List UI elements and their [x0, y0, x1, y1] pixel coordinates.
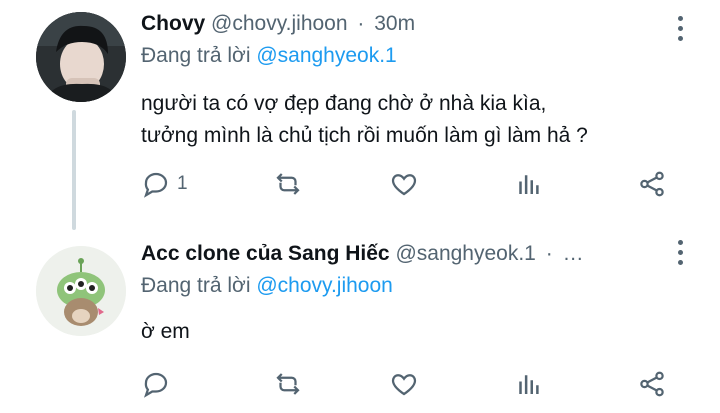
tweet-text: người ta có vợ đẹp đang chờ ở nhà kia kì… — [141, 88, 701, 152]
share-button[interactable] — [637, 366, 667, 402]
action-bar — [141, 366, 686, 406]
user-handle[interactable]: @sanghyeok.1 — [395, 242, 535, 265]
reply-count: 1 — [177, 173, 188, 194]
share-button[interactable] — [637, 166, 667, 202]
tweet-text-line: tưởng mình là chủ tịch rồi muốn làm gì l… — [141, 124, 588, 147]
tweet-text-line: người ta có vợ đẹp đang chờ ở nhà kia kì… — [141, 92, 547, 115]
replying-label: Đang trả lời — [141, 44, 251, 67]
like-button[interactable] — [389, 166, 419, 202]
separator-dot: · — [357, 12, 365, 35]
tweet-header: Chovy @chovy.jihoon · 30m — [141, 12, 415, 36]
reply-icon — [143, 372, 168, 398]
retweet-button[interactable] — [273, 366, 303, 402]
timestamp[interactable]: … — [563, 242, 584, 265]
thread-line — [72, 110, 76, 230]
analytics-icon — [519, 375, 539, 394]
timestamp[interactable]: 30m — [374, 12, 415, 35]
display-name[interactable]: Chovy — [141, 12, 205, 35]
analytics-button[interactable] — [513, 366, 543, 402]
tweet[interactable]: Chovy @chovy.jihoon · 30m Đang trả lời @… — [0, 0, 720, 230]
mention-link[interactable]: @chovy.jihoon — [256, 274, 393, 297]
avatar[interactable] — [36, 12, 126, 102]
tweet[interactable]: Acc clone của Sang Hiếc @sanghyeok.1 · …… — [0, 222, 720, 413]
more-options-icon[interactable] — [676, 16, 684, 41]
separator-dot: · — [545, 242, 553, 265]
heart-icon — [391, 174, 417, 196]
tweet-text: ờ em — [141, 316, 190, 348]
tweet-header: Acc clone của Sang Hiếc @sanghyeok.1 · … — [141, 242, 584, 266]
retweet-button[interactable] — [273, 166, 303, 202]
share-icon — [640, 171, 664, 197]
avatar[interactable] — [36, 246, 126, 336]
analytics-button[interactable] — [513, 166, 543, 202]
reply-button[interactable]: 1 — [141, 166, 188, 202]
replying-to: Đang trả lời @chovy.jihoon — [141, 274, 393, 298]
like-button[interactable] — [389, 366, 419, 402]
retweet-icon — [276, 373, 300, 395]
mention-link[interactable]: @sanghyeok.1 — [256, 44, 396, 67]
user-handle[interactable]: @chovy.jihoon — [211, 12, 348, 35]
reply-icon — [143, 172, 168, 198]
analytics-icon — [519, 175, 539, 194]
tweet-text-line: ờ em — [141, 320, 190, 343]
display-name[interactable]: Acc clone của Sang Hiếc — [141, 242, 390, 265]
share-icon — [640, 371, 664, 397]
replying-label: Đang trả lời — [141, 274, 251, 297]
more-options-icon[interactable] — [676, 240, 684, 265]
retweet-icon — [276, 173, 300, 195]
heart-icon — [391, 374, 417, 396]
action-bar: 1 — [141, 166, 686, 206]
reply-button[interactable] — [141, 366, 177, 402]
replying-to: Đang trả lời @sanghyeok.1 — [141, 44, 397, 68]
